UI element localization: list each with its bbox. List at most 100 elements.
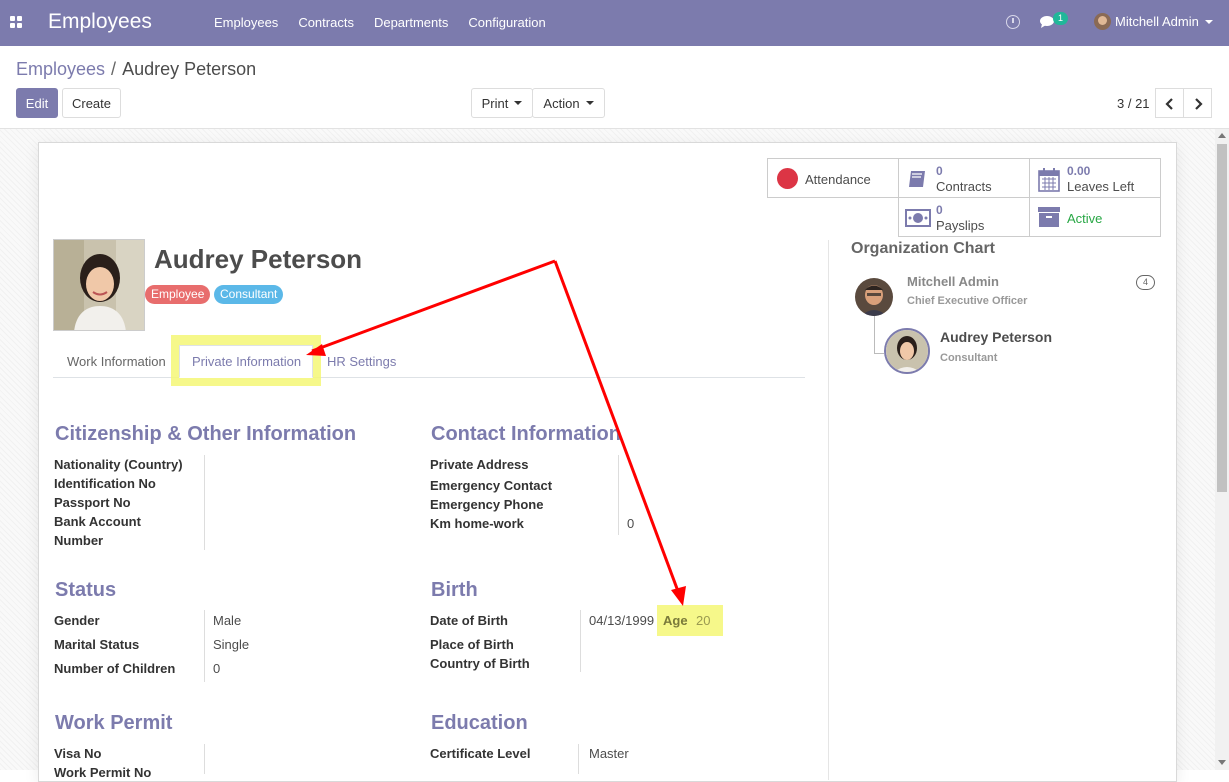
self-avatar-image [886,330,928,372]
manager-subordinates-count[interactable]: 4 [1136,275,1155,290]
attendance-label: Attendance [805,172,871,187]
leaves-label: Leaves Left [1067,179,1135,194]
edit-button[interactable]: Edit [16,88,58,118]
action-dropdown[interactable]: Action [532,88,605,118]
country-of-birth-label: Country of Birth [430,656,530,671]
contact-field-divider [618,455,619,535]
breadcrumb: Employees / Audrey Peterson [16,59,256,80]
tab-hr-settings[interactable]: HR Settings [327,354,396,369]
tag-employee: Employee [145,285,211,304]
chevron-left-icon [1165,98,1173,110]
contracts-smart-button[interactable]: 0 Contracts [898,158,1030,198]
menu-contracts[interactable]: Contracts [298,15,354,30]
main-menu: Employees Contracts Departments Configur… [214,15,566,30]
age-label: Age [663,613,688,628]
chat-badge: 1 [1053,12,1069,25]
status-section-title: Status [55,579,117,601]
chevron-right-icon [1195,98,1203,110]
app-title: Employees [48,10,152,33]
manager-name[interactable]: Mitchell Admin [907,274,999,289]
breadcrumb-employees-link[interactable]: Employees [16,59,105,79]
birth-field-divider [580,610,581,672]
user-avatar [1094,13,1111,30]
org-chart-divider [828,240,829,780]
active-label: Active [1067,211,1103,226]
payslips-smart-button[interactable]: 0 Payslips [898,197,1030,237]
gender-label: Gender [54,613,100,628]
work-permit-section-title: Work Permit [55,712,173,734]
work-permit-no-label: Work Permit No [54,765,152,780]
print-label: Print [481,95,509,111]
manager-avatar[interactable] [855,278,893,316]
tag-consultant: Consultant [214,285,284,304]
attendance-status-dot [777,168,798,189]
pager-value[interactable]: 3 / 21 [1117,96,1150,111]
top-navbar: Employees Employees Contracts Department… [0,0,1229,46]
archive-icon [1038,207,1060,227]
place-of-birth-label: Place of Birth [430,637,514,652]
tab-work-information[interactable]: Work Information [67,354,166,369]
attendance-button[interactable]: Attendance [767,158,899,198]
leaves-count: 0.00 [1067,164,1091,178]
action-label: Action [543,95,580,111]
print-dropdown[interactable]: Print [471,88,533,118]
pager-previous-button[interactable] [1155,88,1184,118]
org-connector-vertical [874,316,875,354]
emergency-contact-label: Emergency Contact [430,478,553,493]
bank-account-label-line2: Number [54,533,104,548]
payslips-label: Payslips [936,218,985,233]
money-icon [905,209,931,227]
marital-status-value: Single [213,637,250,652]
status-field-divider [204,610,205,682]
user-name: Mitchell Admin [1115,14,1199,29]
tab-private-information[interactable]: Private Information [192,354,301,369]
contact-section-title: Contact Information [431,423,621,445]
contracts-count: 0 [936,164,943,178]
contracts-label: Contracts [936,179,992,194]
pager-next-button[interactable] [1183,88,1212,118]
active-toggle-button[interactable]: Active [1029,197,1161,237]
scrollbar-thumb[interactable] [1217,144,1227,492]
self-avatar [884,328,930,374]
manager-avatar-image [855,278,893,316]
education-section-title: Education [431,712,528,734]
emergency-phone-label: Emergency Phone [430,497,544,512]
activity-clock-icon[interactable] [1006,15,1020,29]
identification-label: Identification No [54,476,156,491]
user-menu[interactable]: Mitchell Admin [1094,13,1213,30]
date-of-birth-label: Date of Birth [430,613,508,628]
employee-photo[interactable] [53,239,145,331]
manager-job: Chief Executive Officer [907,295,1028,307]
leaves-smart-button[interactable]: 0.00 Leaves Left [1029,158,1161,198]
menu-configuration[interactable]: Configuration [468,15,545,30]
gender-value: Male [213,613,242,628]
nationality-label: Nationality (Country) [54,457,183,472]
org-connector-horizontal [874,353,884,354]
marital-status-label: Marital Status [54,637,140,652]
km-home-work-value: 0 [627,516,635,531]
user-menu-caret-icon [1204,19,1213,24]
bank-account-label: Bank Account [54,514,141,529]
certificate-level-value: Master [589,746,629,761]
children-label: Number of Children [54,661,176,676]
payslips-count: 0 [936,203,943,217]
breadcrumb-separator: / [111,59,117,79]
scroll-up-arrow-icon[interactable] [1218,133,1226,138]
book-icon [909,171,925,187]
menu-employees[interactable]: Employees [214,15,278,30]
citizenship-section-title: Citizenship & Other Information [55,423,357,445]
tabs-divider [53,377,805,378]
date-of-birth-value: 04/13/1999 [589,613,655,628]
self-name: Audrey Peterson [940,329,1053,345]
scroll-down-arrow-icon[interactable] [1218,760,1226,765]
citizenship-field-divider [204,455,205,550]
certificate-level-label: Certificate Level [430,746,531,761]
breadcrumb-current: Audrey Peterson [122,59,257,79]
children-value: 0 [213,661,221,676]
menu-departments[interactable]: Departments [374,15,448,30]
apps-grid-icon[interactable] [10,16,22,28]
create-button[interactable]: Create [62,88,121,118]
self-job: Consultant [940,352,998,364]
private-address-label: Private Address [430,457,529,472]
birth-section-title: Birth [431,579,478,601]
